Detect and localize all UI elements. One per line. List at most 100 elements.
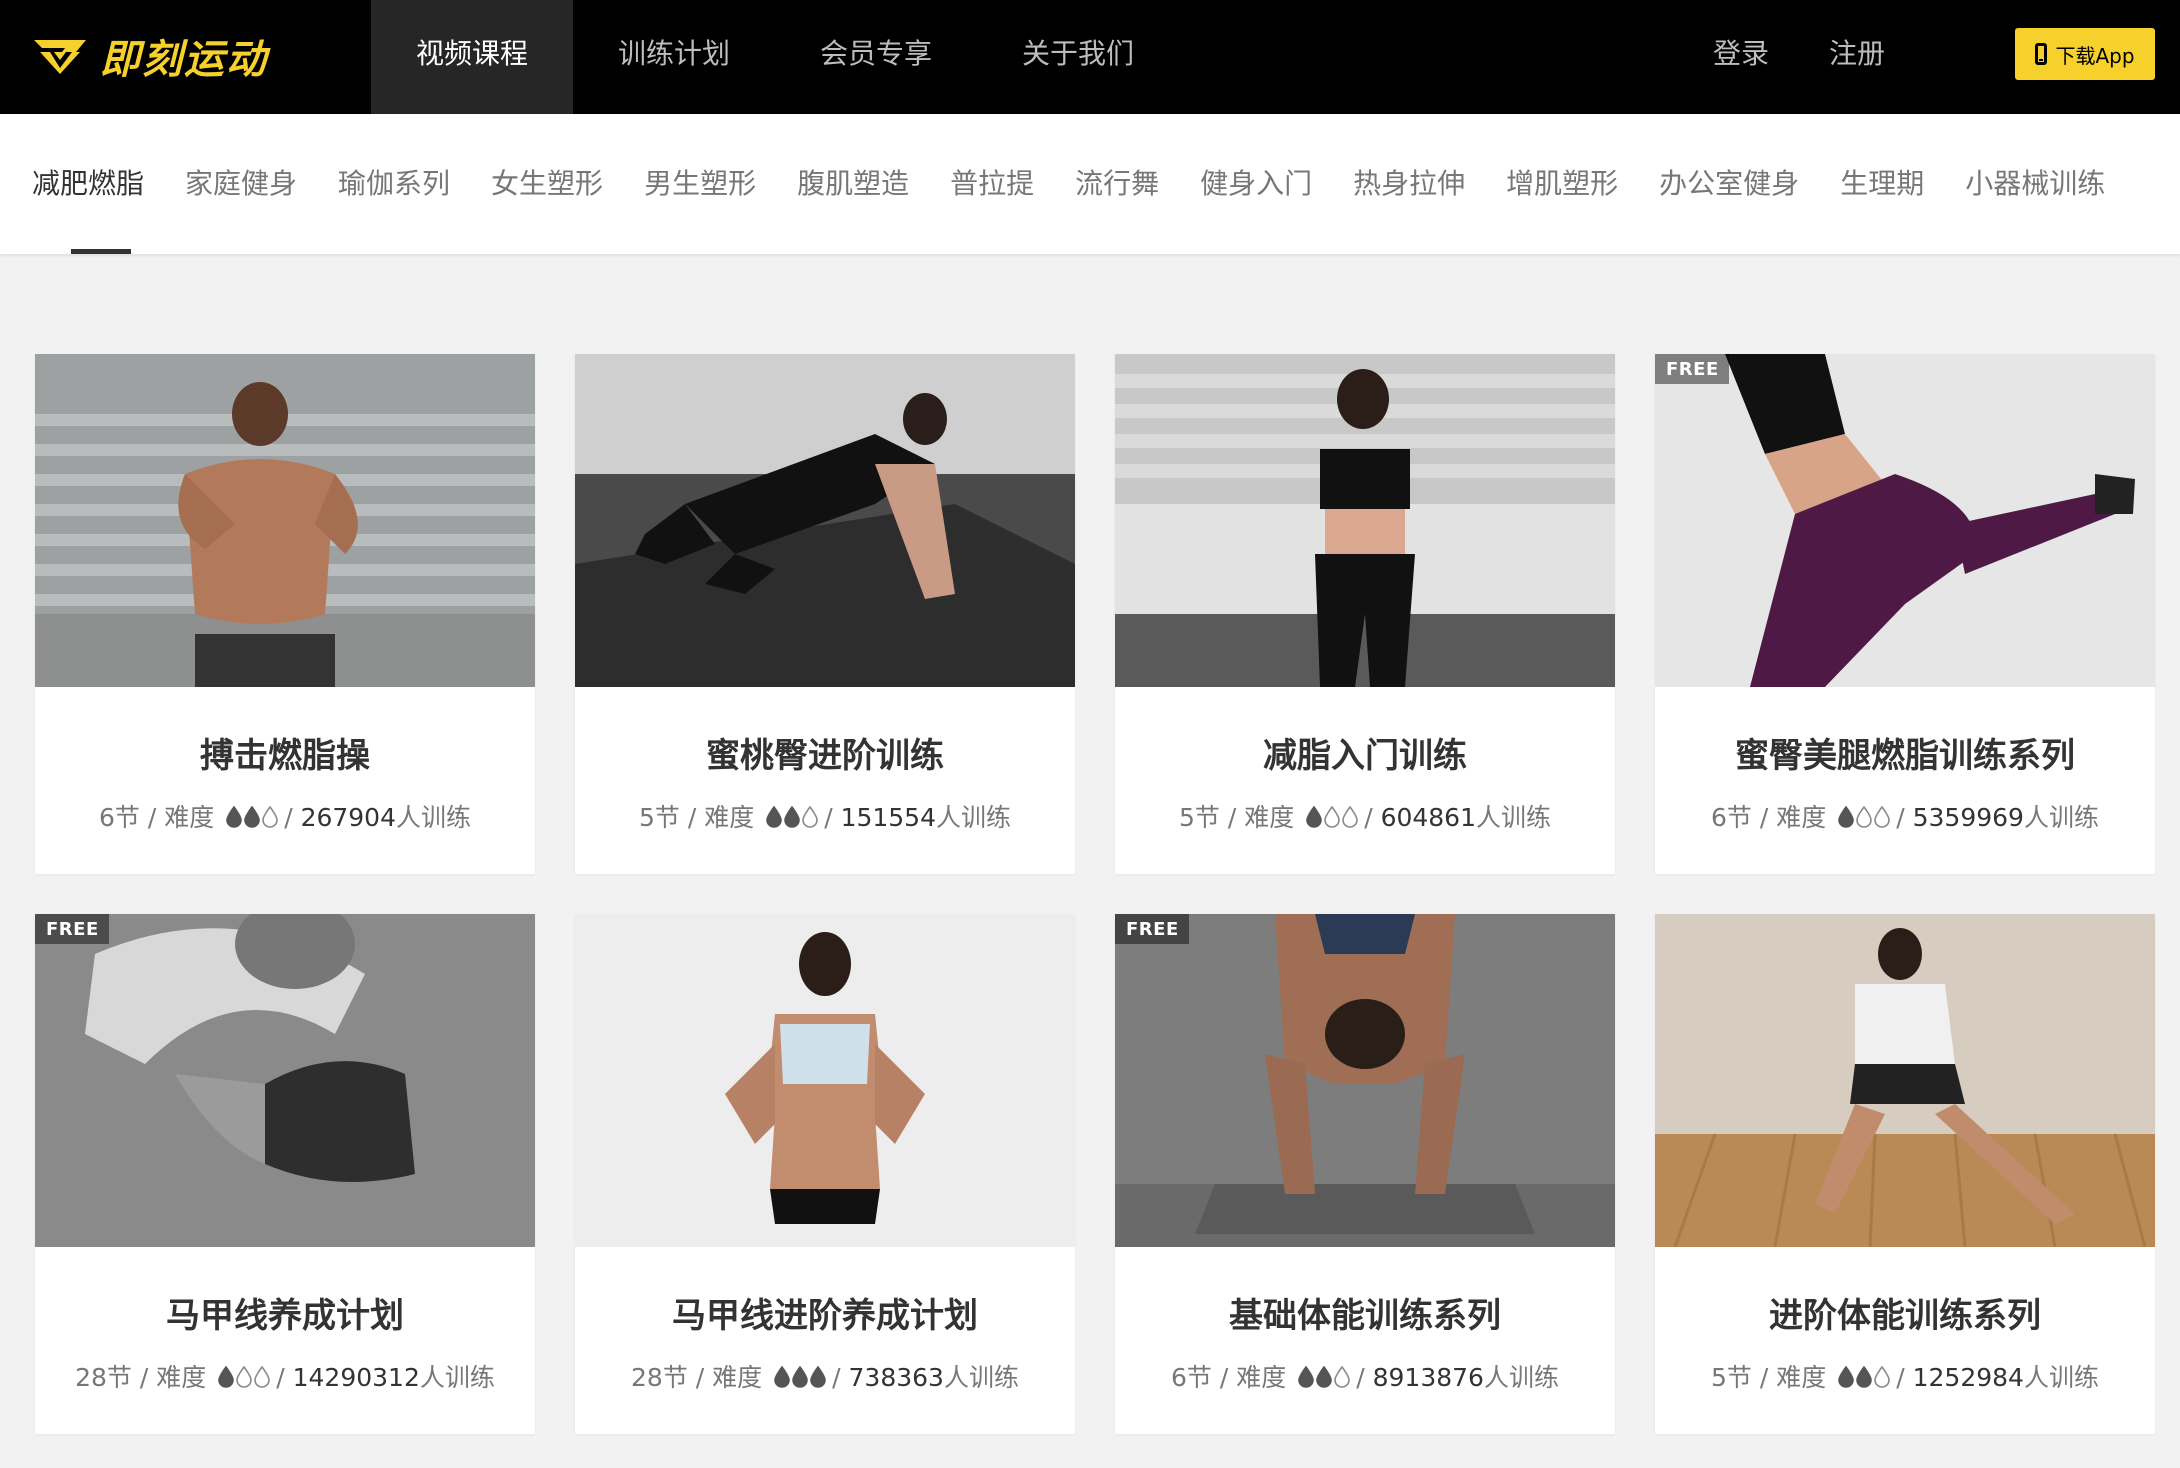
trainee-count: 1252984	[1912, 1363, 2024, 1392]
trainee-count: 738363	[848, 1363, 944, 1392]
trainee-count: 8913876	[1372, 1363, 1484, 1392]
course-meta: 5节 / 难度 / 604861人训练	[1178, 803, 1552, 834]
lesson-count: 6节	[98, 803, 140, 832]
difficulty-drops-icon	[1306, 805, 1360, 834]
course-card[interactable]: 搏击燃脂操 6节 / 难度 / 267904人训练	[35, 354, 535, 874]
lesson-count: 5节	[1711, 1363, 1752, 1392]
download-app-button[interactable]: 下载App	[2015, 28, 2155, 80]
course-title[interactable]: 马甲线养成计划	[35, 1288, 535, 1337]
trainee-count: 151554	[840, 803, 936, 832]
register-link[interactable]: 注册	[1829, 0, 1885, 114]
trainee-suffix: 人训练	[396, 803, 472, 832]
trainee-count: 267904	[300, 803, 396, 832]
category-tab[interactable]: 健身入门	[1200, 114, 1312, 254]
nav-member-exclusive[interactable]: 会员专享	[775, 0, 977, 114]
course-thumbnail[interactable]: FREE	[1115, 914, 1615, 1247]
course-title[interactable]: 马甲线进阶养成计划	[575, 1288, 1075, 1337]
login-link[interactable]: 登录	[1713, 0, 1769, 114]
difficulty-label: 难度	[164, 803, 215, 832]
lesson-count: 28节	[631, 1363, 688, 1392]
difficulty-drops-icon	[774, 1365, 828, 1394]
category-tab[interactable]: 家庭健身	[185, 114, 297, 254]
course-photo	[575, 354, 1075, 687]
difficulty-label: 难度	[1236, 1363, 1287, 1392]
category-tab[interactable]: 热身拉伸	[1353, 114, 1465, 254]
course-photo	[575, 914, 1075, 1247]
difficulty-drops-icon	[1298, 1365, 1352, 1394]
brand-logo[interactable]: 即刻运动	[32, 28, 268, 84]
category-tab[interactable]: 腹肌塑造	[797, 114, 909, 254]
difficulty-label: 难度	[712, 1363, 763, 1392]
category-bar: 减肥燃脂 家庭健身 瑜伽系列 女生塑形 男生塑形 腹肌塑造 普拉提 流行舞 健身入门 热身拉伸 增肌…	[0, 114, 2180, 254]
trainee-suffix: 人训练	[1483, 1363, 1559, 1392]
difficulty-drops-icon	[226, 805, 280, 834]
lesson-count: 28节	[75, 1363, 132, 1392]
course-card[interactable]: FREE 马甲线养成计划 28节 / 难度 / 14290312人训练	[35, 914, 535, 1434]
lesson-count: 5节	[1178, 803, 1220, 832]
brand-name: 即刻运动	[100, 37, 268, 83]
category-tab[interactable]: 女生塑形	[491, 114, 603, 254]
trainee-count: 14290312	[292, 1363, 420, 1392]
category-tab[interactable]: 瑜伽系列	[338, 114, 450, 254]
course-thumbnail[interactable]: FREE	[1655, 354, 2155, 687]
category-tab[interactable]: 办公室健身	[1659, 114, 1799, 254]
trainee-count: 5359969	[1912, 803, 2024, 832]
nav-video-courses[interactable]: 视频课程	[371, 0, 574, 114]
nav-training-plans[interactable]: 训练计划	[573, 0, 775, 114]
nav-about-us[interactable]: 关于我们	[977, 0, 1179, 114]
category-tab[interactable]: 增肌塑形	[1506, 114, 1618, 254]
difficulty-label: 难度	[1776, 1363, 1827, 1392]
course-thumbnail[interactable]	[35, 354, 535, 687]
trainee-suffix: 人训练	[419, 1363, 495, 1392]
course-card[interactable]: FREE 基础体能训练系列 6节 / 难度 / 8913876人训练	[1115, 914, 1615, 1434]
course-card[interactable]: 减脂入门训练 5节 / 难度 / 604861人训练	[1115, 354, 1615, 874]
course-meta: 5节 / 难度 / 151554人训练	[638, 803, 1012, 832]
course-title[interactable]: 蜜臀美腿燃脂训练系列	[1655, 728, 2155, 777]
category-tab[interactable]: 流行舞	[1075, 114, 1159, 254]
difficulty-label: 难度	[1776, 803, 1827, 832]
course-meta: 6节 / 难度 / 267904人训练	[98, 803, 472, 834]
course-thumbnail[interactable]	[575, 354, 1075, 687]
lesson-count: 6节	[1171, 1363, 1212, 1392]
lesson-count: 6节	[1711, 803, 1752, 832]
course-title[interactable]: 减脂入门训练	[1115, 728, 1615, 777]
course-card[interactable]: FREE 蜜臀美腿燃脂训练系列 6节 / 难度 / 5359969人训练	[1655, 354, 2155, 874]
free-badge: FREE	[35, 914, 109, 944]
logo-icon	[34, 40, 86, 74]
course-photo	[1115, 354, 1615, 687]
course-meta: 6节 / 难度 / 5359969人训练	[1711, 803, 2099, 834]
course-card[interactable]: 蜜桃臀进阶训练 5节 / 难度 / 151554人训练	[575, 354, 1075, 874]
trainee-suffix: 人训练	[943, 1363, 1019, 1392]
trainee-suffix: 人训练	[2023, 1363, 2099, 1392]
course-title[interactable]: 搏击燃脂操	[35, 728, 535, 777]
difficulty-label: 难度	[156, 1363, 207, 1392]
course-card[interactable]: 马甲线进阶养成计划 28节 / 难度 / 738363人训练	[575, 914, 1075, 1434]
lesson-count: 5节	[638, 803, 680, 832]
category-tab[interactable]: 男生塑形	[644, 114, 756, 254]
category-tab[interactable]: 普拉提	[950, 114, 1034, 254]
course-card[interactable]: 进阶体能训练系列 5节 / 难度 / 1252984人训练	[1655, 914, 2155, 1434]
course-thumbnail[interactable]	[575, 914, 1075, 1247]
free-badge: FREE	[1115, 914, 1189, 944]
category-tab[interactable]: 减肥燃脂	[32, 114, 144, 254]
difficulty-drops-icon	[218, 1365, 272, 1394]
difficulty-drops-icon	[1838, 1365, 1892, 1394]
course-meta: 6节 / 难度 / 8913876人训练	[1171, 1363, 1559, 1394]
course-meta: 28节 / 难度 / 14290312人训练	[75, 1363, 495, 1394]
category-tab[interactable]: 生理期	[1840, 114, 1924, 254]
course-thumbnail[interactable]: FREE	[35, 914, 535, 1247]
course-title[interactable]: 进阶体能训练系列	[1655, 1288, 2155, 1337]
course-photo	[1655, 354, 2155, 687]
main-nav: 视频课程 训练计划 会员专享 关于我们	[371, 0, 1179, 114]
phone-icon	[2035, 43, 2048, 65]
difficulty-drops-icon	[1838, 805, 1892, 834]
course-meta: 5节 / 难度 / 1252984人训练	[1711, 1363, 2099, 1394]
category-tab[interactable]: 小器械训练	[1965, 114, 2105, 254]
course-thumbnail[interactable]	[1655, 914, 2155, 1247]
course-photo	[1115, 914, 1615, 1247]
course-thumbnail[interactable]	[1115, 354, 1615, 687]
category-tabs: 减肥燃脂 家庭健身 瑜伽系列 女生塑形 男生塑形 腹肌塑造 普拉提 流行舞 健身入门 热身拉伸 增肌…	[32, 114, 2146, 254]
course-title[interactable]: 蜜桃臀进阶训练	[575, 728, 1075, 777]
course-title[interactable]: 基础体能训练系列	[1115, 1288, 1615, 1337]
difficulty-label: 难度	[704, 803, 755, 832]
